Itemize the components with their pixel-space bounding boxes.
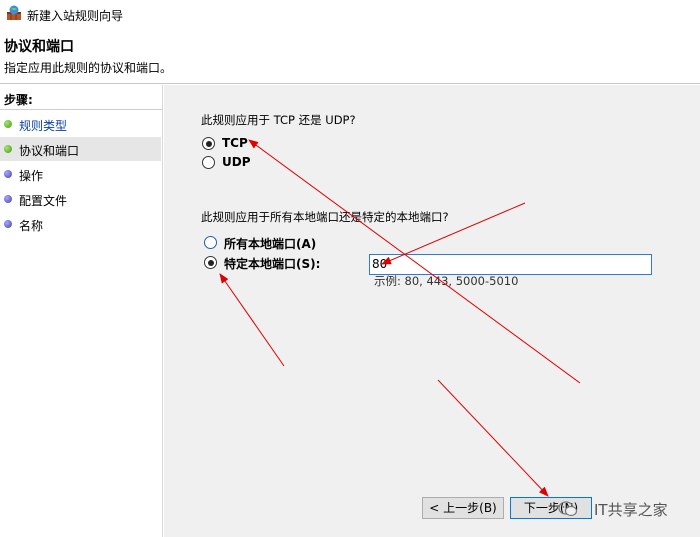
window-title: 新建入站规则向导 (27, 9, 124, 23)
title-bar: 新建入站规则向导 (0, 0, 700, 30)
step-status-dot-icon (4, 195, 12, 203)
tcp-radio[interactable] (202, 137, 215, 150)
step-name[interactable]: 名称 (0, 212, 161, 236)
step-label: 规则类型 (19, 119, 68, 133)
firewall-icon (7, 5, 21, 20)
step-status-dot-icon (4, 120, 12, 128)
back-button[interactable]: < 上一步(B) (422, 497, 504, 519)
step-status-dot-icon (4, 220, 12, 228)
watermark: IT共享之家 (546, 496, 696, 522)
step-label: 操作 (19, 169, 44, 183)
step-status-dot-icon (4, 145, 12, 153)
page-title: 协议和端口 (4, 39, 74, 55)
tcp-label: TCP (222, 136, 248, 150)
step-status-dot-icon (4, 170, 12, 178)
wizard-header: 协议和端口 指定应用此规则的协议和端口。 (0, 30, 700, 84)
wechat-icon (558, 501, 578, 517)
udp-label: UDP (222, 155, 251, 169)
step-protocol-and-ports[interactable]: 协议和端口 (0, 137, 161, 161)
tcp-radio-option[interactable]: TCP (202, 135, 302, 153)
specific-ports-label: 特定本地端口(S): (224, 257, 321, 271)
all-ports-radio[interactable] (204, 236, 217, 249)
wizard-content: 此规则应用于 TCP 还是 UDP? TCP UDP 此规则应用于所有本地端口还… (164, 85, 700, 537)
port-example-text: 示例: 80, 443, 5000-5010 (374, 274, 519, 288)
step-label: 配置文件 (19, 194, 68, 208)
all-ports-label: 所有本地端口(A) (224, 237, 317, 251)
udp-radio[interactable] (202, 156, 215, 169)
step-profile[interactable]: 配置文件 (0, 187, 161, 211)
port-question: 此规则应用于所有本地端口还是特定的本地端口? (201, 210, 449, 224)
page-description: 指定应用此规则的协议和端口。 (4, 61, 173, 75)
steps-title: 步骤: (4, 93, 33, 107)
steps-divider (0, 109, 163, 110)
step-label: 名称 (19, 219, 44, 233)
steps-sidebar: 步骤: 规则类型 协议和端口 操作 配置文件 名称 (0, 85, 163, 537)
step-rule-type[interactable]: 规则类型 (0, 112, 161, 136)
protocol-question: 此规则应用于 TCP 还是 UDP? (201, 113, 356, 127)
watermark-text: IT共享之家 (594, 501, 668, 519)
step-label: 协议和端口 (19, 144, 80, 158)
step-action[interactable]: 操作 (0, 162, 161, 186)
all-ports-radio-option[interactable]: 所有本地端口(A) (204, 234, 344, 252)
udp-radio-option[interactable]: UDP (202, 154, 302, 172)
specific-ports-radio[interactable] (204, 256, 217, 269)
specific-ports-radio-option[interactable]: 特定本地端口(S): (204, 254, 354, 272)
specific-ports-input[interactable]: 80 (369, 254, 652, 275)
